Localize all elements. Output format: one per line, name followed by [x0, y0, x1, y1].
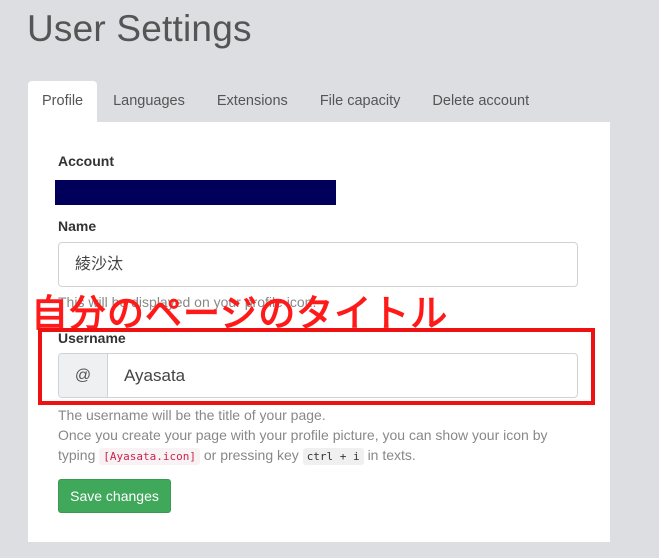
account-value-redacted [55, 180, 336, 205]
tab-delete-account[interactable]: Delete account [416, 81, 545, 122]
name-label: Name [58, 218, 97, 234]
tab-languages[interactable]: Languages [97, 81, 201, 122]
username-description: The username will be the title of your p… [58, 405, 588, 467]
page-title: User Settings [27, 8, 252, 49]
desc-line-1: The username will be the title of your p… [58, 407, 326, 423]
tab-profile[interactable]: Profile [28, 81, 98, 122]
desc-line-2: Once you create your page with your prof… [58, 427, 548, 443]
name-field[interactable]: 綾沙汰 [58, 242, 578, 287]
annotation-highlight-box [38, 328, 595, 405]
desc-end: in texts. [367, 447, 416, 463]
shortcut-key-code: ctrl + i [302, 448, 364, 465]
desc-typing: typing [58, 447, 96, 463]
account-label: Account [58, 153, 114, 169]
save-changes-button[interactable]: Save changes [58, 479, 171, 513]
tab-extensions[interactable]: Extensions [201, 81, 304, 122]
desc-line-3: typing [Ayasata.icon] or pressing key ct… [58, 445, 588, 467]
desc-or: or pressing key [203, 447, 299, 463]
icon-syntax-code: [Ayasata.icon] [99, 448, 200, 465]
settings-tabs: Profile Languages Extensions File capaci… [28, 81, 545, 122]
tab-file-capacity[interactable]: File capacity [304, 81, 417, 122]
